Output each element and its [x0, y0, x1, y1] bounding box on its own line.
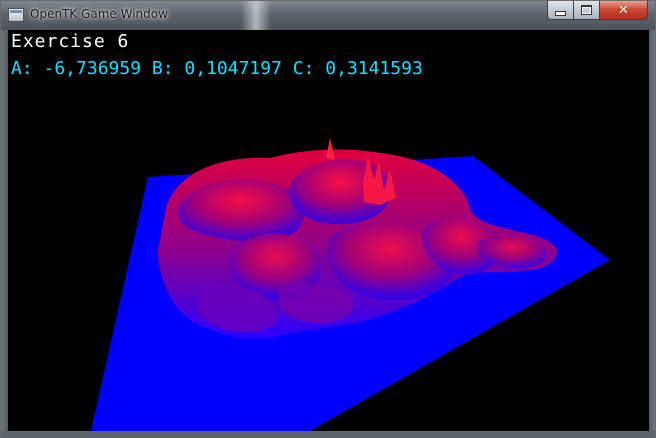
title-bar[interactable]: OpenTK Game Window ✕	[1, 1, 655, 30]
maximize-icon	[581, 5, 592, 15]
app-icon[interactable]	[8, 8, 24, 22]
render-viewport[interactable]: Exercise 6 A: -6,736959 B: 0,1047197 C: …	[8, 30, 649, 431]
minimize-button[interactable]	[547, 1, 574, 20]
maximize-button[interactable]	[573, 1, 600, 20]
close-icon: ✕	[618, 2, 629, 18]
window-border-bottom	[1, 431, 655, 438]
title-bar-highlight	[241, 1, 271, 30]
close-button[interactable]: ✕	[599, 1, 648, 20]
window-border-left	[1, 30, 8, 431]
game-window: OpenTK Game Window ✕ Exercise 6 A: -6,73…	[0, 0, 656, 438]
parameter-readout: A: -6,736959 B: 0,1047197 C: 0,3141593	[11, 58, 423, 79]
minimize-icon	[555, 10, 566, 16]
terrain-scene	[91, 138, 610, 431]
exercise-title: Exercise 6	[11, 31, 130, 52]
window-border-right	[649, 30, 655, 431]
window-title: OpenTK Game Window	[30, 7, 168, 21]
